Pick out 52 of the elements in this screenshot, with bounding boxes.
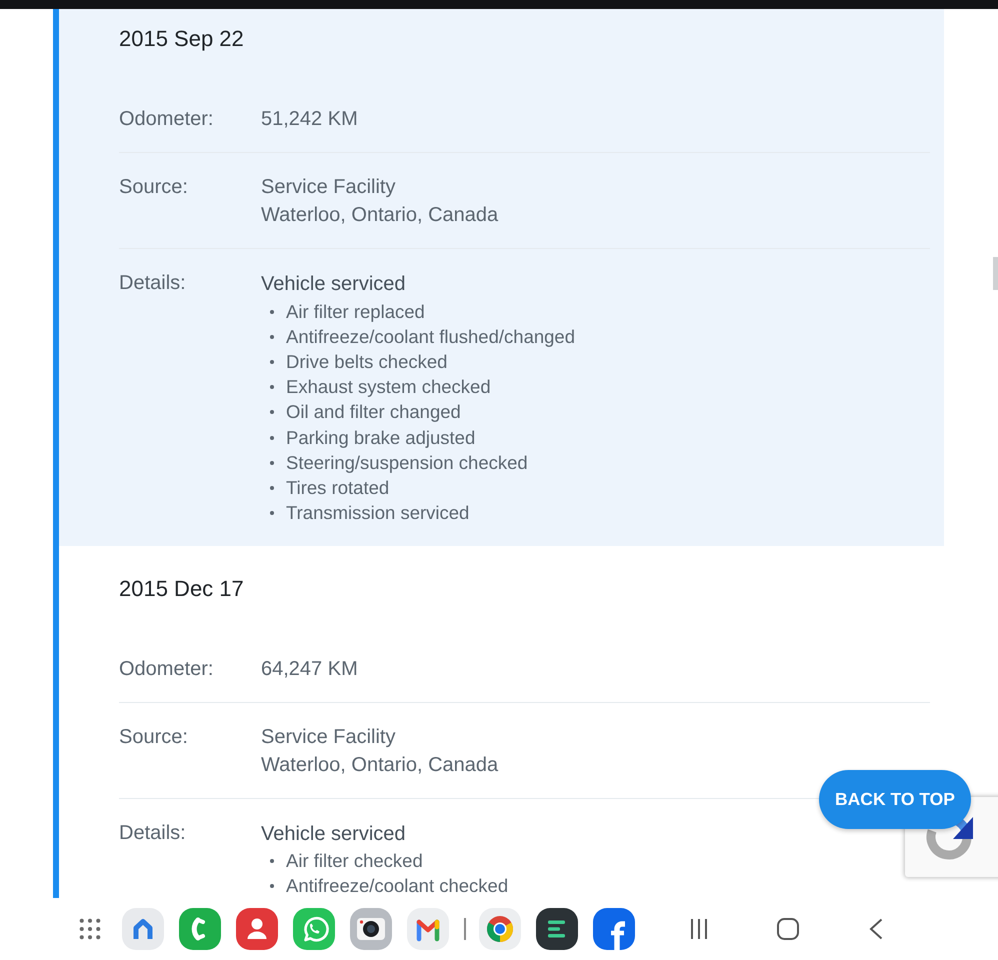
bullet-icon (270, 511, 274, 516)
scrollbar-thumb[interactable] (993, 257, 998, 290)
back-icon[interactable] (869, 918, 883, 940)
bullet-icon (270, 334, 274, 339)
field-label: Odometer: (119, 108, 214, 130)
details-item: Transmission serviced (286, 502, 470, 524)
details-item: Air filter replaced (286, 300, 425, 323)
field-value: Waterloo, Ontario, Canada (261, 752, 498, 778)
details-title: Vehicle serviced (261, 272, 406, 297)
bullet-icon (270, 385, 274, 390)
record-date: 2015 Sep 22 (119, 25, 244, 53)
bullet-icon (270, 436, 274, 440)
f-mark-icon[interactable] (593, 908, 635, 950)
details-item: Exhaust system checked (286, 376, 491, 398)
field-value: Service Facility (261, 724, 396, 750)
details-item: Antifreeze/coolant checked (286, 875, 508, 898)
field-value: 51,242 KM (261, 107, 358, 132)
details-item: Oil and filter changed (286, 401, 461, 424)
bullet-icon (270, 884, 274, 888)
field-value: Waterloo, Ontario, Canada (261, 203, 498, 228)
details-title: Vehicle serviced (261, 822, 406, 847)
details-item: Drive belts checked (286, 350, 448, 373)
details-item: Steering/suspension checked (286, 452, 528, 474)
phone-handset-icon[interactable] (179, 908, 221, 950)
details-item: Air filter checked (286, 850, 423, 872)
bars-icon[interactable] (536, 908, 578, 950)
field-value: 64,247 KM (261, 656, 358, 682)
field-value: Service Facility (261, 175, 396, 200)
person-icon[interactable] (236, 908, 278, 950)
details-item: Parking brake adjusted (286, 426, 476, 449)
details-item: Antifreeze/coolant flushed/changed (286, 326, 576, 348)
camera-icon[interactable] (350, 908, 392, 950)
house-icon[interactable] (122, 908, 164, 950)
recent-apps-icon[interactable] (689, 918, 709, 940)
field-label: Odometer: (119, 658, 214, 680)
bullet-icon (270, 460, 274, 465)
home-button-icon[interactable] (777, 918, 799, 940)
details-item: Tires rotated (286, 476, 390, 499)
back-to-top-button[interactable]: BACK TO TOP (819, 770, 971, 829)
record-date: 2015 Dec 17 (119, 574, 244, 603)
color-wheel-icon[interactable] (479, 908, 521, 950)
bullet-icon (270, 859, 274, 864)
app-grid-icon[interactable] (79, 918, 101, 940)
field-label: Source: (119, 726, 188, 748)
bullet-icon (270, 410, 274, 414)
bullet-icon (270, 310, 274, 314)
mail-icon[interactable] (407, 908, 449, 950)
field-label: Details: (119, 272, 186, 294)
bullet-icon (270, 486, 274, 490)
field-label: Details: (119, 822, 186, 844)
field-label: Source: (119, 176, 188, 198)
bullet-icon (270, 360, 274, 364)
